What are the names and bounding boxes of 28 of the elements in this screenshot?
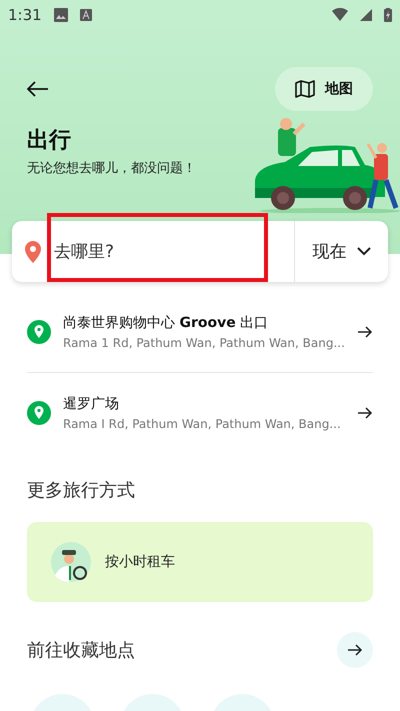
chevron-down-icon: [356, 247, 370, 256]
page-subtitle: 无论您想去哪儿，都没问题！: [27, 160, 196, 177]
location-pin-icon: [27, 400, 51, 424]
location-pin-icon: [27, 320, 51, 344]
next-button[interactable]: [337, 632, 373, 668]
battery-icon: [384, 8, 392, 22]
place-name[interactable]: 尚泰世界购物中心 Groove 出口: [63, 314, 345, 332]
place-address: Rama 1 Rd, Pathum Wan, Pathum Wan, Bang...: [63, 336, 345, 350]
map-icon: [295, 80, 315, 98]
location-pin-icon: [24, 240, 42, 262]
hourly-rental-card[interactable]: 按小时租车: [27, 522, 373, 602]
status-time: 1:31: [8, 6, 42, 24]
page-title: 出行: [27, 127, 71, 155]
time-dropdown[interactable]: 现在: [294, 221, 388, 282]
back-arrow-icon[interactable]: [27, 81, 49, 97]
signal-icon: [360, 9, 372, 21]
arrow-right-icon[interactable]: [357, 325, 373, 339]
place-name[interactable]: 暹罗广场: [63, 394, 345, 412]
section-title: 前往收藏地点: [27, 639, 135, 662]
driver-icon: [51, 542, 91, 582]
wifi-icon: [332, 8, 348, 22]
text-icon: [80, 9, 92, 21]
place-address: Rama I Rd, Pathum Wan, Pathum Wan, Bang...: [63, 416, 342, 430]
image-icon: [54, 8, 68, 22]
section-title: 更多旅行方式: [27, 479, 135, 502]
arrow-right-icon[interactable]: [357, 406, 373, 420]
map-button[interactable]: 地图: [275, 67, 373, 111]
arrow-right-icon[interactable]: [347, 643, 363, 657]
